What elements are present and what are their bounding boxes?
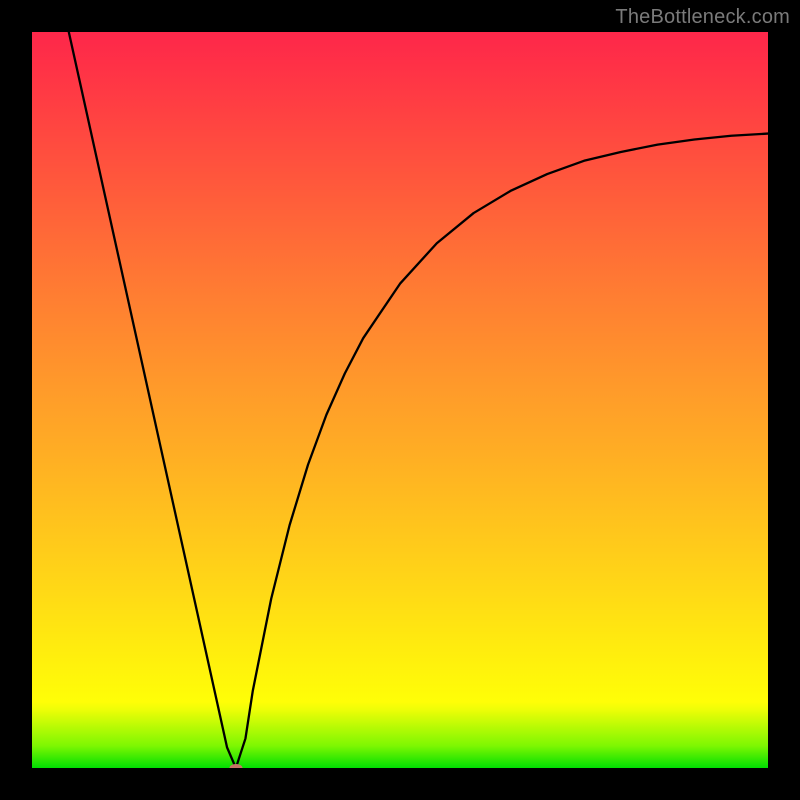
minimum-marker bbox=[229, 764, 242, 768]
gradient-background bbox=[32, 32, 768, 768]
watermark-text: TheBottleneck.com bbox=[615, 6, 790, 29]
plot-area bbox=[32, 32, 768, 768]
chart-frame: TheBottleneck.com bbox=[0, 0, 800, 800]
